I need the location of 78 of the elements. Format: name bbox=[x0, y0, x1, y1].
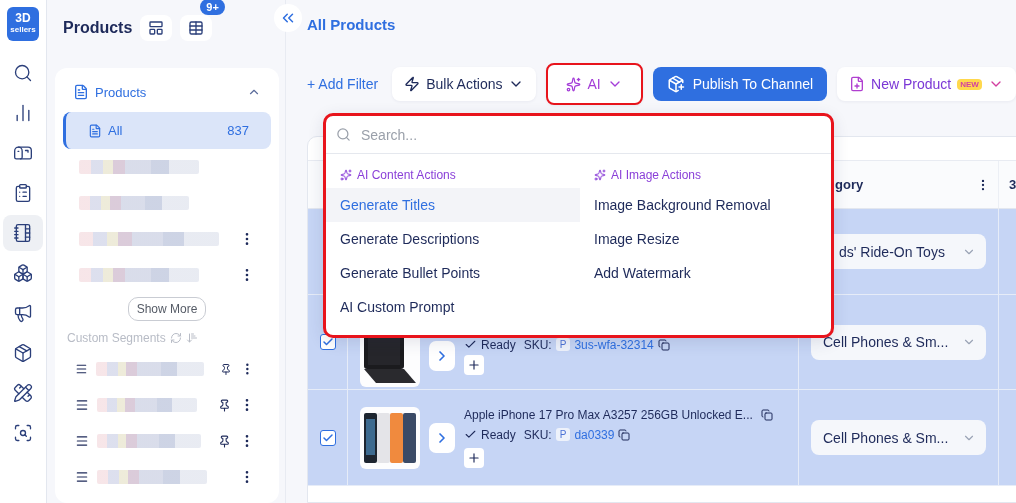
pin-icon[interactable] bbox=[220, 362, 233, 376]
sku-prefix-tag: P bbox=[555, 428, 571, 441]
add-filter-link[interactable]: + Add Filter bbox=[307, 76, 379, 92]
bulk-actions-button[interactable]: Bulk Actions bbox=[392, 67, 537, 101]
document-icon bbox=[88, 123, 102, 138]
file-plus-icon bbox=[849, 76, 866, 92]
copy-icon[interactable] bbox=[657, 338, 670, 351]
magnifier-icon bbox=[13, 423, 33, 443]
drag-handle-icon[interactable] bbox=[75, 362, 88, 376]
item-label: All bbox=[108, 123, 124, 138]
boxes-icon bbox=[13, 263, 33, 283]
search-icon bbox=[13, 63, 33, 83]
products-group-header[interactable]: Products bbox=[63, 76, 271, 108]
check-icon bbox=[322, 336, 334, 348]
row-checkbox[interactable] bbox=[320, 429, 336, 446]
copy-icon[interactable] bbox=[618, 428, 631, 441]
section-title: AI Content Actions bbox=[357, 168, 456, 182]
sidebar-item[interactable]: All 837 bbox=[63, 112, 271, 149]
group-label: Products bbox=[95, 84, 147, 100]
menu-item[interactable]: Generate Titles bbox=[326, 188, 580, 222]
status-text: Ready bbox=[481, 427, 516, 442]
page-title: All Products bbox=[307, 14, 397, 35]
add-button[interactable] bbox=[464, 354, 484, 375]
pin-icon[interactable] bbox=[218, 434, 231, 448]
table-icon bbox=[188, 20, 205, 36]
sku-label: SKU: bbox=[523, 427, 552, 442]
show-more-button[interactable]: Show More bbox=[127, 297, 207, 321]
section-label: Custom Segments bbox=[67, 331, 166, 345]
drag-handle-icon[interactable] bbox=[75, 434, 89, 448]
drag-handle-icon[interactable] bbox=[75, 398, 89, 412]
sku-prefix-tag: P bbox=[555, 338, 571, 351]
check-icon bbox=[464, 338, 477, 351]
check-icon bbox=[464, 428, 477, 441]
menu-item[interactable]: Generate Bullet Points bbox=[326, 256, 580, 290]
plus-icon bbox=[467, 357, 481, 372]
document-icon bbox=[73, 84, 89, 100]
nav-button[interactable] bbox=[3, 215, 43, 251]
megaphone-icon bbox=[13, 303, 33, 323]
new-product-button[interactable]: New Product NEW bbox=[837, 67, 1016, 101]
sidebar-title: Products bbox=[63, 19, 133, 37]
ai-button[interactable]: AI bbox=[546, 63, 643, 105]
new-badge: NEW bbox=[957, 78, 982, 90]
layout-view-button[interactable] bbox=[140, 15, 173, 41]
layout-icon bbox=[148, 20, 165, 36]
sparkles-icon bbox=[340, 169, 352, 181]
status-text: Ready bbox=[481, 337, 516, 352]
column-header: 3 bbox=[1008, 177, 1016, 192]
tools-icon bbox=[13, 383, 33, 403]
collapse-sidebar-button[interactable] bbox=[274, 4, 302, 32]
box-plus-icon bbox=[666, 75, 685, 93]
sparkles-icon bbox=[566, 76, 582, 92]
column-header: gory bbox=[834, 177, 865, 192]
category-select[interactable]: Cell Phones & Sm... bbox=[811, 420, 986, 455]
app-logo[interactable]: 3D sellers bbox=[7, 7, 39, 41]
section-title: AI Image Actions bbox=[611, 168, 702, 182]
publish-button[interactable]: Publish To Channel bbox=[652, 67, 828, 101]
notification-badge: 9+ bbox=[200, 0, 225, 15]
item-count: 837 bbox=[227, 123, 249, 138]
menu-item[interactable]: AI Custom Prompt bbox=[326, 290, 580, 324]
check-icon bbox=[322, 431, 334, 444]
product-title: Apple iPhone 17 Pro Max A3257 256GB Unlocked E... bbox=[464, 407, 753, 422]
notebook-icon bbox=[13, 223, 33, 243]
menu-item[interactable]: Image Background Removal bbox=[580, 188, 831, 222]
plus-icon bbox=[467, 450, 481, 465]
category-select[interactable]: Cell Phones & Sm... bbox=[811, 324, 986, 360]
lightning-icon bbox=[404, 76, 421, 92]
sku-label: SKU: bbox=[523, 337, 552, 352]
pin-icon[interactable] bbox=[218, 398, 231, 412]
sparkles-icon bbox=[594, 169, 606, 181]
add-button[interactable] bbox=[464, 447, 484, 468]
search-icon bbox=[336, 127, 351, 142]
copy-icon[interactable] bbox=[760, 408, 773, 421]
table-view-button[interactable] bbox=[180, 15, 213, 41]
drag-handle-icon[interactable] bbox=[75, 470, 89, 484]
package-icon bbox=[13, 343, 33, 363]
row-checkbox[interactable] bbox=[320, 334, 336, 350]
clipboard-icon bbox=[13, 183, 33, 203]
menu-item[interactable]: Generate Descriptions bbox=[326, 222, 580, 256]
